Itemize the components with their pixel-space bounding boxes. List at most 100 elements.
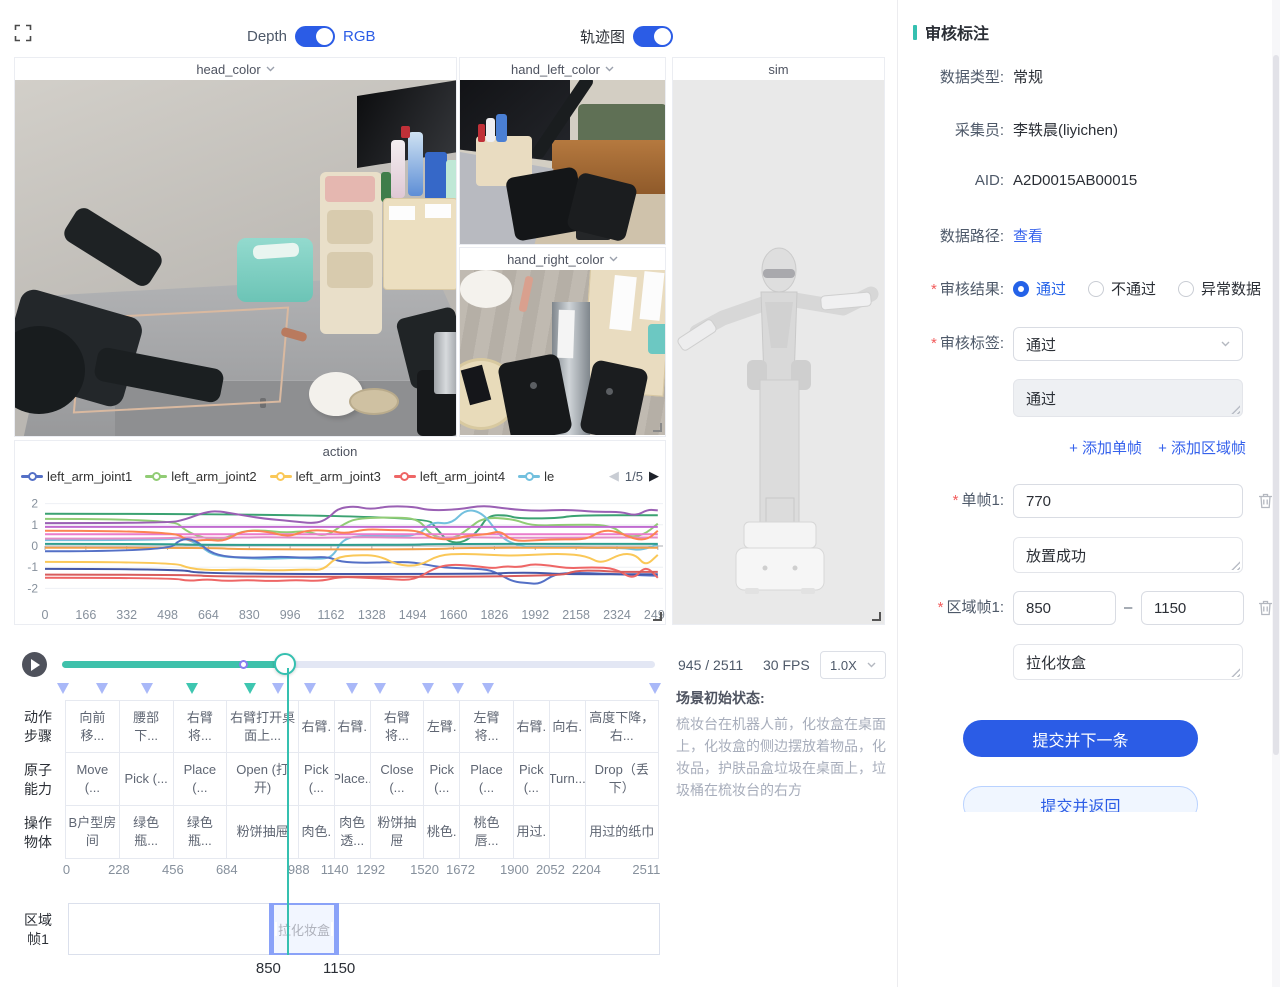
depth-rgb-toggle[interactable] [295, 26, 335, 47]
single-frame-marker-dot[interactable] [239, 660, 248, 669]
fullscreen-icon[interactable] [14, 24, 32, 42]
camera-select-hand-right[interactable]: hand_right_color [460, 248, 665, 270]
legend-item-left_arm_joint4[interactable]: left_arm_joint4 [394, 469, 505, 484]
object-cell[interactable]: B户型房间 [66, 806, 119, 858]
resize-handle-icon[interactable] [872, 612, 881, 621]
submit-next-button[interactable]: 提交并下一条 [963, 720, 1198, 757]
ability-cell[interactable]: Pick (... [424, 753, 459, 805]
timeline-marker-icon[interactable] [57, 683, 69, 694]
resize-handle-icon[interactable] [653, 612, 662, 621]
step-cell[interactable]: 右臂将... [371, 701, 424, 753]
camera-select-head[interactable]: head_color [15, 58, 456, 80]
region-left-handle[interactable] [275, 922, 277, 936]
timeline-marker-icon[interactable] [141, 683, 153, 694]
timeline-marker-icon[interactable] [244, 683, 256, 694]
resize-handle-icon[interactable] [653, 423, 662, 432]
action-line-chart[interactable]: 210-1-2016633249866483099611621328149416… [15, 489, 666, 625]
ability-cell[interactable]: Move (... [66, 753, 119, 805]
sim-viewport[interactable] [673, 80, 884, 624]
step-cell[interactable]: 左臂将... [460, 701, 513, 753]
trajectory-toggle[interactable] [633, 26, 673, 47]
ability-cell[interactable]: Place (... [460, 753, 513, 805]
scrollbar-thumb[interactable] [1273, 55, 1279, 755]
legend-label: le [544, 469, 554, 484]
object-cell[interactable]: 粉饼抽屉 [371, 806, 424, 858]
object-cell[interactable]: 桃色. [424, 806, 459, 858]
ability-cell[interactable]: Pick (... [299, 753, 334, 805]
timeline-marker-icon[interactable] [374, 683, 386, 694]
ability-cell[interactable]: Place (... [174, 753, 227, 805]
step-cell[interactable]: 腰部下... [120, 701, 173, 753]
legend-item-le[interactable]: le [518, 469, 554, 484]
single-frame-note-textarea[interactable]: 放置成功 [1013, 537, 1243, 573]
object-cell[interactable]: 用过的纸巾 [586, 806, 658, 858]
radio-option-不通过[interactable]: 不通过 [1088, 278, 1156, 299]
timeline-marker-icon[interactable] [186, 683, 198, 694]
timeline-marker-icon[interactable] [272, 683, 284, 694]
timeline-marker-icon[interactable] [346, 683, 358, 694]
legend-prev-icon[interactable]: ◀ [609, 468, 619, 484]
step-cell[interactable]: 右臂. [299, 701, 334, 753]
camera-select-hand-left[interactable]: hand_left_color [460, 58, 665, 80]
submit-back-button[interactable]: 提交并返回 [963, 786, 1198, 812]
object-cell[interactable] [550, 806, 585, 858]
single-frame-input[interactable]: 770 [1013, 484, 1243, 518]
step-column: 右臂将...Place (...绿色瓶... [174, 701, 228, 858]
object-cell[interactable]: 粉饼抽屉 [227, 806, 298, 858]
view-link[interactable]: 查看 [1013, 225, 1043, 246]
timeline-marker-icon[interactable] [422, 683, 434, 694]
step-cell[interactable]: 向前移... [66, 701, 119, 753]
ability-cell[interactable]: Turn... [550, 753, 585, 805]
step-cell[interactable]: 向右. [550, 701, 585, 753]
ability-cell[interactable]: Open (打开) [227, 753, 298, 805]
legend-next-icon[interactable]: ▶ [649, 468, 659, 484]
legend-item-left_arm_joint3[interactable]: left_arm_joint3 [270, 469, 381, 484]
add-single-frame-link[interactable]: + 添加单帧 [1069, 437, 1142, 458]
object-cell[interactable]: 桃色唇... [460, 806, 513, 858]
review-tag-select[interactable]: 通过 [1013, 327, 1243, 361]
tag-note-textarea[interactable]: 通过 [1013, 379, 1243, 417]
slider-handle[interactable] [274, 653, 296, 675]
step-cell[interactable]: 右臂. [335, 701, 370, 753]
region-frame-track[interactable]: 拉化妆盒 [68, 903, 660, 955]
step-cell[interactable]: 右臂打开桌面上... [227, 701, 298, 753]
object-cell[interactable]: 用过. [514, 806, 549, 858]
caddy-label [425, 204, 451, 218]
step-cell[interactable]: 右臂. [514, 701, 549, 753]
region-end-input[interactable]: 1150 [1141, 591, 1244, 625]
speed-select[interactable]: 1.0X [820, 651, 886, 679]
ability-cell[interactable]: Place.. [335, 753, 370, 805]
steps-axis-ticks: 0228456684988114012921520167219002052220… [65, 862, 659, 880]
object-cell[interactable]: 肉色. [299, 806, 334, 858]
legend-item-left_arm_joint1[interactable]: left_arm_joint1 [21, 469, 132, 484]
object-cell[interactable]: 绿色瓶... [174, 806, 227, 858]
region-right-handle[interactable] [331, 922, 333, 936]
radio-option-异常数据[interactable]: 异常数据 [1178, 278, 1261, 299]
timeline-marker-icon[interactable] [452, 683, 464, 694]
ability-cell[interactable]: Pick (... [120, 753, 173, 805]
timeline-marker-icon[interactable] [96, 683, 108, 694]
ability-cell[interactable]: Pick (... [514, 753, 549, 805]
step-cell[interactable]: 右臂将... [174, 701, 227, 753]
camera-image-hand-left [460, 80, 665, 244]
region-start-input[interactable]: 850 [1013, 591, 1116, 625]
timeline-marker-icon[interactable] [304, 683, 316, 694]
legend-item-left_arm_joint2[interactable]: left_arm_joint2 [145, 469, 256, 484]
ability-cell[interactable]: Close (... [371, 753, 424, 805]
object-cell[interactable]: 绿色瓶... [120, 806, 173, 858]
axis-tick-label: 1520 [410, 862, 439, 877]
region-note-textarea[interactable]: 拉化妆盒 [1013, 644, 1243, 680]
add-region-frame-link[interactable]: + 添加区域帧 [1158, 437, 1246, 458]
step-cell[interactable]: 高度下降，右... [586, 701, 658, 753]
timeline-slider[interactable] [62, 661, 655, 668]
axis-tick-label: 456 [162, 862, 184, 877]
timeline-marker-icon[interactable] [482, 683, 494, 694]
timeline-marker-icon[interactable] [649, 683, 661, 694]
region-frame-segment[interactable]: 拉化妆盒 [269, 903, 339, 955]
ability-cell[interactable]: Drop（丢下） [586, 753, 658, 805]
radio-option-通过[interactable]: 通过 [1013, 278, 1066, 299]
play-button[interactable] [22, 652, 47, 677]
required-mark: * [938, 599, 944, 616]
object-cell[interactable]: 肉色透... [335, 806, 370, 858]
step-cell[interactable]: 左臂. [424, 701, 459, 753]
